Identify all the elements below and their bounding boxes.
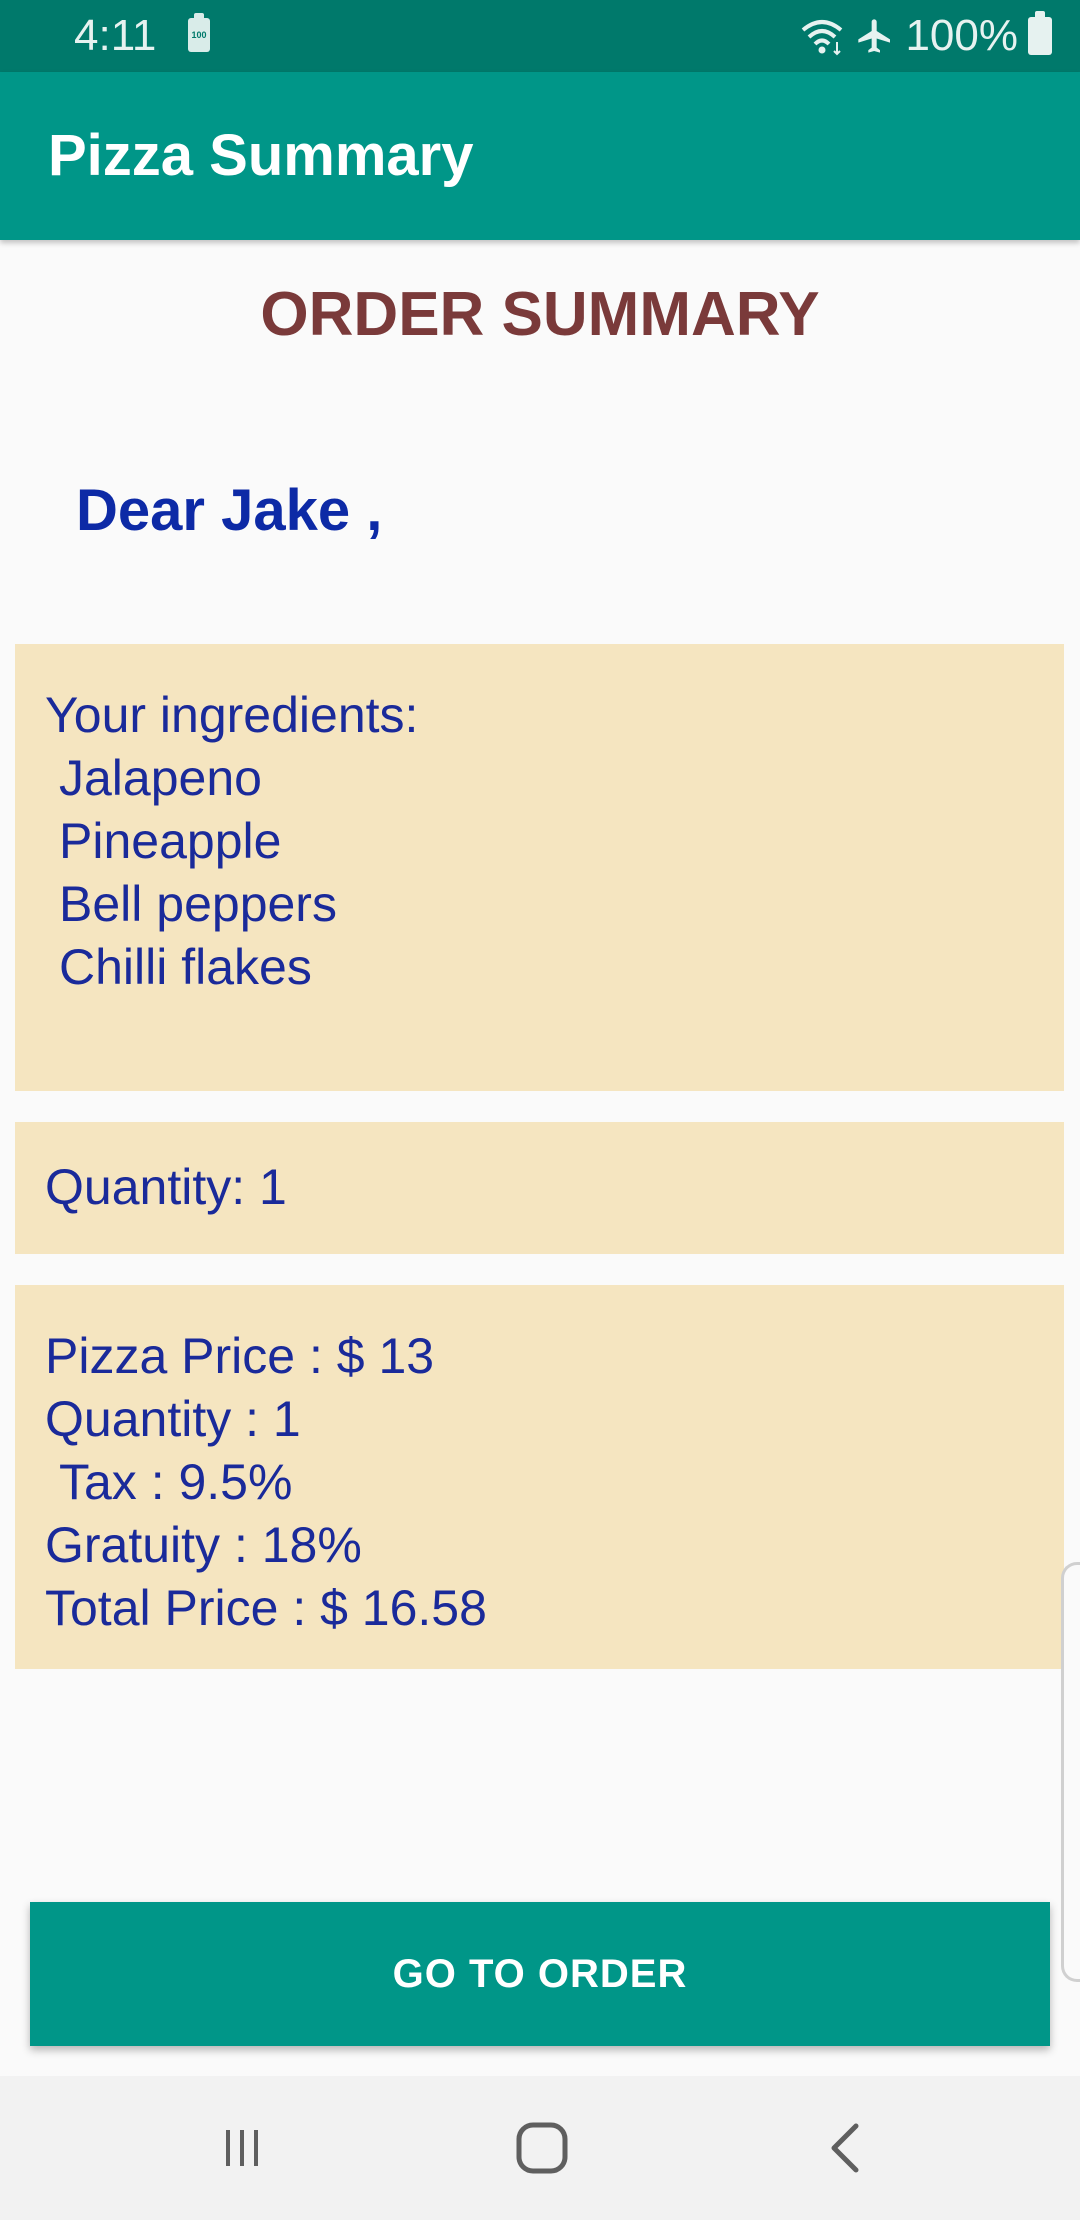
go-to-order-button[interactable]: GO TO ORDER (30, 1902, 1050, 2046)
tax-rate: Tax : 9.5% (59, 1454, 293, 1510)
back-icon (831, 2123, 859, 2173)
order-summary-heading: ORDER SUMMARY (260, 280, 820, 349)
ingredients-card: Your ingredients: Jalapeno Pineapple Bel… (15, 644, 1064, 1091)
recent-apps-button[interactable] (182, 2100, 302, 2196)
ingredients-title: Your ingredients: (45, 687, 419, 743)
price-quantity: Quantity : 1 (45, 1391, 301, 1447)
gratuity-rate: Gratuity : 18% (45, 1517, 362, 1573)
recent-apps-icon (226, 2130, 258, 2166)
greeting-text: Dear Jake , (76, 478, 383, 543)
status-bar: 4:11 100 100% (0, 0, 1080, 72)
home-icon (516, 2122, 568, 2174)
wifi-icon (802, 20, 843, 56)
edge-panel-handle[interactable] (1061, 1562, 1080, 1982)
price-breakdown: Pizza Price : $ 13 Quantity : 1 Tax : 9.… (45, 1325, 487, 1640)
status-time: 4:11 (74, 11, 157, 60)
ingredients-list: Your ingredients: Jalapeno Pineapple Bel… (45, 684, 418, 999)
ingredient-item: Jalapeno (59, 750, 262, 806)
quantity-card: Quantity: 1 (15, 1122, 1064, 1254)
price-card: Pizza Price : $ 13 Quantity : 1 Tax : 9.… (15, 1285, 1064, 1669)
ingredient-item: Chilli flakes (59, 939, 312, 995)
navigation-bar (0, 2076, 1080, 2220)
pizza-price: Pizza Price : $ 13 (45, 1328, 435, 1384)
battery-saver-icon: 100 (188, 13, 210, 52)
total-price: Total Price : $ 16.58 (45, 1580, 487, 1636)
quantity-text: Quantity: 1 (45, 1159, 287, 1215)
back-button[interactable] (786, 2100, 906, 2196)
app-bar: Pizza Summary (0, 72, 1080, 240)
ingredient-item: Bell peppers (59, 876, 337, 932)
app-title: Pizza Summary (48, 123, 474, 188)
status-icons: 100% (799, 10, 1052, 62)
battery-icon (1028, 11, 1052, 55)
ingredient-item: Pineapple (59, 813, 282, 869)
airplane-mode-icon (858, 19, 891, 53)
home-button[interactable] (482, 2100, 602, 2196)
battery-percent: 100% (905, 11, 1018, 60)
